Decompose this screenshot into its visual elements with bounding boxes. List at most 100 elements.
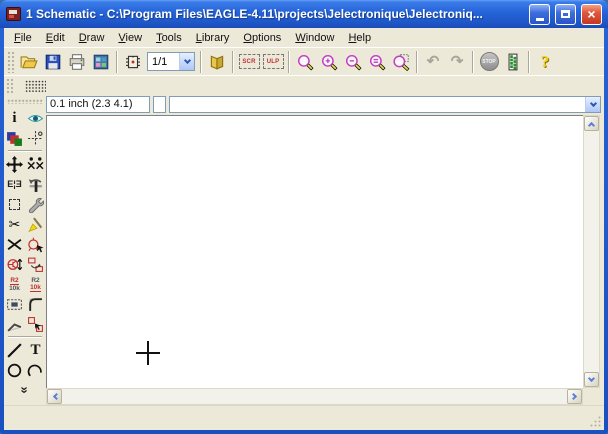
title-bar[interactable]: 1 Schematic - C:\Program Files\EAGLE-4.1… [0, 0, 608, 28]
open-button[interactable] [17, 50, 41, 74]
gateswap-icon [27, 256, 44, 273]
undo-button[interactable]: ↶ [421, 50, 445, 74]
mark-tool-button[interactable] [27, 129, 45, 147]
group-tool-button[interactable] [6, 195, 24, 213]
pinswap-tool-button[interactable] [6, 255, 24, 273]
eye-icon [27, 110, 44, 127]
invoke-tool-button[interactable] [27, 315, 45, 333]
close-button[interactable]: × [581, 4, 602, 25]
palette-separator [8, 336, 42, 338]
chevron-right-icon [569, 393, 576, 400]
cam-processor-button[interactable] [89, 50, 113, 74]
menu-library[interactable]: Library [189, 30, 237, 46]
menu-help[interactable]: Help [341, 30, 378, 46]
delete-x-icon [6, 236, 23, 253]
split-tool-button[interactable] [6, 315, 24, 333]
scroll-right-button[interactable] [567, 389, 582, 404]
rotate-tool-button[interactable] [27, 175, 45, 193]
toolbar-separator [416, 51, 418, 73]
menu-edit[interactable]: Edit [39, 30, 72, 46]
menu-file[interactable]: File [7, 30, 39, 46]
miter-corner-icon [27, 296, 44, 313]
mirror-icon: E¦Ǝ [7, 179, 22, 189]
toolbar-grip[interactable] [7, 51, 14, 73]
show-tool-button[interactable] [27, 109, 45, 127]
minimize-icon [536, 18, 544, 21]
paste-glue-icon [27, 216, 44, 233]
minimize-button[interactable] [529, 4, 550, 25]
gateswap-tool-button[interactable] [27, 255, 45, 273]
menu-draw[interactable]: Draw [72, 30, 112, 46]
toolbar-separator [232, 51, 234, 73]
script-file-icon: SCR [239, 54, 260, 69]
run-script-button[interactable]: SCR [237, 50, 261, 74]
copy-tool-button[interactable] [27, 155, 45, 173]
add-part-icon [27, 236, 44, 253]
horizontal-scrollbar[interactable] [46, 388, 583, 405]
chevron-left-icon [52, 393, 59, 400]
stop-button[interactable]: STOP [477, 50, 501, 74]
info-tool-button[interactable]: i [6, 109, 24, 127]
delete-tool-button[interactable] [6, 235, 24, 253]
scroll-down-button[interactable] [584, 372, 599, 387]
parameter-toolbar-grip[interactable] [6, 78, 13, 93]
invoke-icon [27, 316, 44, 333]
mirror-tool-button[interactable]: E¦Ǝ [6, 175, 24, 193]
miter-tool-button[interactable] [27, 295, 45, 313]
use-library-button[interactable] [205, 50, 229, 74]
schematic-canvas[interactable] [46, 115, 583, 388]
print-button[interactable] [65, 50, 89, 74]
paste-tool-button[interactable] [27, 215, 45, 233]
main-toolbar: 1/1 SCR ULP [4, 47, 604, 75]
redo-button[interactable]: ↷ [445, 50, 469, 74]
zoom-select-icon [392, 53, 410, 71]
command-combobox-arrow[interactable] [585, 97, 600, 112]
sheet-combobox-arrow[interactable] [179, 53, 194, 70]
command-combobox [169, 96, 601, 113]
palette-grip[interactable] [7, 99, 43, 104]
switch-to-board-button[interactable] [121, 50, 145, 74]
sheet-combobox[interactable]: 1/1 [147, 52, 195, 71]
zoom-in-button[interactable] [317, 50, 341, 74]
grid-button[interactable] [21, 77, 49, 94]
more-tools-button[interactable]: » [16, 381, 34, 399]
arc-tool-button[interactable] [27, 361, 45, 379]
circle-tool-button[interactable] [6, 361, 24, 379]
wire-tool-button[interactable] [6, 341, 24, 359]
menu-options[interactable]: Options [236, 30, 288, 46]
resize-grip-icon[interactable] [589, 415, 602, 428]
zoom-fit-button[interactable] [293, 50, 317, 74]
zoom-fit-icon [296, 53, 314, 71]
smash-tool-button[interactable] [6, 295, 24, 313]
menu-window[interactable]: Window [288, 30, 341, 46]
zoom-out-button[interactable] [341, 50, 365, 74]
menu-tools[interactable]: Tools [149, 30, 189, 46]
name-tool-button[interactable]: R2 10k [6, 275, 24, 293]
zoom-select-button[interactable] [389, 50, 413, 74]
text-tool-button[interactable]: T [27, 341, 45, 359]
display-tool-button[interactable] [6, 129, 24, 147]
board-chip-icon [124, 53, 142, 71]
run-ulp-button[interactable]: ULP [261, 50, 285, 74]
value-tool-button[interactable]: R2 10k [27, 275, 45, 293]
maximize-button[interactable] [555, 4, 576, 25]
move-tool-button[interactable] [6, 155, 24, 173]
circle-icon [6, 362, 23, 379]
scroll-up-button[interactable] [584, 116, 599, 131]
cut-tool-button[interactable]: ✂ [6, 215, 24, 233]
open-folder-icon [20, 53, 38, 71]
help-button[interactable]: ? [533, 50, 557, 74]
text-icon: T [30, 343, 40, 357]
smash-icon [6, 296, 23, 313]
zoom-redraw-button[interactable] [365, 50, 389, 74]
vertical-scrollbar[interactable] [583, 115, 600, 388]
arc-icon [27, 362, 44, 379]
command-input[interactable] [170, 97, 585, 112]
scroll-left-button[interactable] [47, 389, 62, 404]
save-button[interactable] [41, 50, 65, 74]
change-tool-button[interactable] [27, 195, 45, 213]
menu-view[interactable]: View [111, 30, 149, 46]
chevron-down-icon [588, 374, 595, 381]
add-tool-button[interactable] [27, 235, 45, 253]
go-button[interactable] [501, 50, 525, 74]
